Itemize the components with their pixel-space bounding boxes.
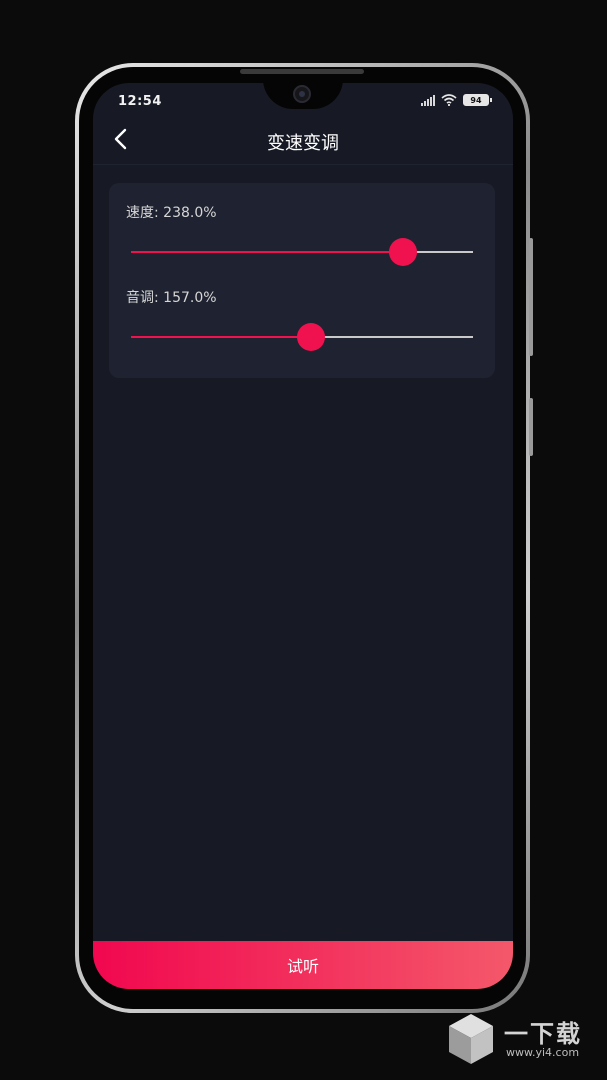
listen-button[interactable]: 试听 xyxy=(93,941,513,989)
pitch-slider-fill xyxy=(131,336,311,338)
page-title: 变速变调 xyxy=(267,133,339,154)
signal-icon xyxy=(421,94,435,106)
power-button xyxy=(529,398,533,456)
status-icons: 94 xyxy=(421,94,492,106)
speed-label: 速度: 238.0% xyxy=(126,205,217,221)
speed-slider-thumb[interactable] xyxy=(388,238,417,266)
app-header: 变速变调 xyxy=(93,115,513,165)
watermark: 一下载 www.yi4.com xyxy=(446,1008,601,1068)
volume-button xyxy=(529,238,533,356)
battery-icon: 94 xyxy=(463,94,492,106)
pitch-label: 音调: 157.0% xyxy=(126,290,217,306)
cube-logo-icon xyxy=(449,1014,493,1064)
watermark-url: www.yi4.com xyxy=(506,1046,580,1059)
wifi-icon xyxy=(441,94,457,106)
speaker-grille xyxy=(240,69,364,74)
speed-slider[interactable] xyxy=(131,237,473,267)
watermark-text: 一下载 xyxy=(504,1020,582,1048)
front-camera xyxy=(293,85,311,103)
pitch-slider[interactable] xyxy=(131,322,473,352)
settings-card: 速度: 238.0% 音调: 157.0% xyxy=(109,183,495,378)
speed-slider-fill xyxy=(131,251,403,253)
status-time: 12:54 xyxy=(118,94,162,109)
pitch-slider-thumb[interactable] xyxy=(296,323,325,351)
stage: 12:54 94 变速变调 速度: 238.0% 音调: 157.0% 试听 一… xyxy=(0,0,607,1080)
app-screen: 12:54 94 变速变调 速度: 238.0% 音调: 157.0% 试听 xyxy=(93,83,513,989)
